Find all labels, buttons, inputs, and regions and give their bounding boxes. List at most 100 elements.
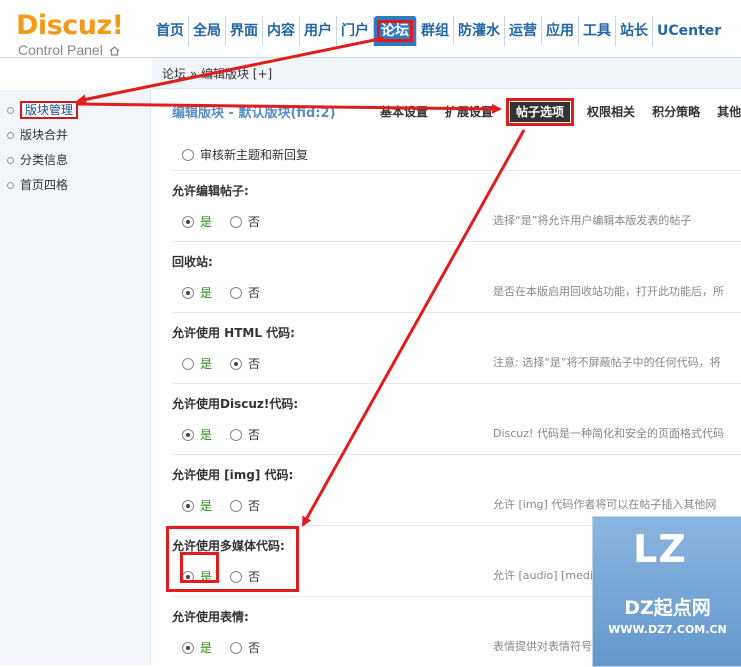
bullet-icon [7,131,14,139]
nav-item-4[interactable]: 用户 [300,16,337,46]
radio-yes[interactable] [182,358,194,370]
page-title: 编辑版块 - 默认版块(fid:2) [172,106,336,121]
sidebar: 版块管理版块合并分类信息首页四格 [0,90,151,665]
tab-2[interactable]: 帖子选项 [506,98,575,126]
radio-yes[interactable] [182,287,194,299]
nav-item-label: 界面 [230,23,258,39]
setting-label: 允许编辑帖子: [172,184,249,198]
tab-1[interactable]: 扩展设置 [445,102,493,122]
setting-hint: 选择“是”将允许用户编辑本版发表的帖子 [493,214,692,227]
nav-item-label: UCenter [657,23,722,39]
nav-item-label: 内容 [267,23,295,39]
radio-no[interactable] [230,287,243,299]
nav-item-5[interactable]: 门户 [337,16,374,46]
header: Discuz! Control Panel 首页 全局 界面 内容 用户 门户 论坛 群组 防灌… [0,0,741,58]
setting-label: 允许使用 [img] 代码: [172,468,294,482]
nav-item-label: 防灌水 [458,23,500,39]
radio-no-label: 否 [248,286,261,300]
row-divider [172,312,741,313]
watermark: LZ DZ起点网 WWW.DZ7.COM.CN [592,516,741,667]
radio-no-label: 否 [248,499,261,513]
breadcrumb-bar: 论坛 » 编辑版块 [+] [152,58,741,89]
nav-item-8[interactable]: 防灌水 [454,16,505,46]
radio-yes[interactable] [182,429,194,441]
bullet-icon [7,156,14,164]
sidebar-item-label: 版块合并 [20,128,69,142]
top-option-row: 审核新主题和新回复 [172,146,741,163]
row-divider [172,454,741,455]
tab-4[interactable]: 积分策略 [652,102,700,122]
setting-row-0: 允许编辑帖子: 是 否 选择“是”将允许用户编辑本版发表的帖子 [172,182,741,230]
setting-row-3: 允许使用Discuz!代码: 是 否 Discuz! 代码是一种简化和安全的页面格式代… [172,395,741,443]
tab-bar: 基本设置 扩展设置 帖子选项 权限相关 积分策略 其他 [380,98,741,126]
radio-yes[interactable] [182,642,194,654]
sidebar-item-label: 首页四格 [20,178,69,192]
tab-5[interactable]: 其他 [717,102,741,122]
setting-hint: Discuz! 代码是一种简化和安全的页面格式代码 [493,427,724,440]
setting-label: 回收站: [172,255,213,269]
logo-title: Discuz! [16,10,124,41]
radio-no-label: 否 [248,641,261,655]
nav-item-11[interactable]: 工具 [579,16,616,46]
nav-item-label: 运营 [509,23,537,39]
sidebar-item-0[interactable]: 版块管理 [0,99,79,121]
sidebar-item-label: 版块管理 [20,101,79,119]
nav-item-3[interactable]: 内容 [263,16,300,46]
radio-no[interactable] [230,500,243,512]
radio-yes-label: 是 [200,641,213,655]
nav-item-12[interactable]: 站长 [616,16,653,46]
row-divider [172,241,741,242]
highlight-box-yes [180,552,219,583]
nav-item-label: 论坛 [377,20,413,42]
nav-item-0[interactable]: 首页 [152,16,189,46]
top-nav: 首页 全局 界面 内容 用户 门户 论坛 群组 防灌水 运营 应用 工具 站长 UCenter [152,16,725,46]
watermark-logo: LZ [633,527,687,571]
setting-row-2: 允许使用 HTML 代码: 是 否 注意: 选择“是”将不屏蔽帖子中的任何代码，将 [172,324,741,372]
setting-row-1: 回收站: 是 否 是否在本版启用回收站功能，打开此功能后，所 [172,253,741,301]
sidebar-item-3[interactable]: 首页四格 [0,174,68,196]
nav-item-6[interactable]: 论坛 [374,16,417,46]
radio-no[interactable] [230,216,243,228]
radio-no[interactable] [230,358,243,370]
sidebar-item-1[interactable]: 版块合并 [0,124,68,146]
tab-0[interactable]: 基本设置 [380,102,428,122]
nav-item-9[interactable]: 运营 [505,16,542,46]
nav-item-2[interactable]: 界面 [226,16,263,46]
radio-yes-label: 是 [200,428,213,442]
nav-item-label: 应用 [546,23,574,39]
nav-item-13[interactable]: UCenter [653,16,725,46]
tab-3[interactable]: 权限相关 [587,102,635,122]
top-option-label: 审核新主题和新回复 [200,148,309,162]
radio-yes-label: 是 [200,215,213,229]
logo-subtitle: Control Panel [18,42,124,58]
home-icon [109,46,120,56]
setting-label: 允许使用 HTML 代码: [172,326,295,340]
logo[interactable]: Discuz! Control Panel [16,10,124,59]
radio-no-label: 否 [248,357,261,371]
nav-item-label: 站长 [620,23,648,39]
bullet-icon [7,106,14,114]
nav-item-label: 用户 [304,23,332,39]
radio-no[interactable] [230,429,243,441]
nav-item-label: 群组 [421,23,449,39]
radio-yes[interactable] [182,216,194,228]
breadcrumb[interactable]: 论坛 » 编辑版块 [+] [162,65,272,82]
sidebar-item-2[interactable]: 分类信息 [0,149,68,171]
setting-hint: 注意: 选择“是”将不屏蔽帖子中的任何代码，将 [493,356,721,369]
radio-no-label: 否 [248,215,261,229]
radio-no[interactable] [230,642,243,654]
nav-item-10[interactable]: 应用 [542,16,579,46]
nav-item-7[interactable]: 群组 [417,16,454,46]
nav-item-label: 门户 [341,23,369,39]
row-divider [172,170,741,171]
sidebar-item-label: 分类信息 [20,153,69,167]
radio-yes[interactable] [182,500,194,512]
radio-yes-label: 是 [200,286,213,300]
setting-hint: 是否在本版启用回收站功能，打开此功能后，所 [493,285,724,298]
setting-hint: 允许 [img] 代码作者将可以在帖子插入其他网 [493,498,717,511]
setting-row-4: 允许使用 [img] 代码: 是 否 允许 [img] 代码作者将可以在帖子插入其他网 [172,466,741,514]
top-option-radio[interactable] [182,149,194,161]
watermark-url: WWW.DZ7.COM.CN [608,623,727,636]
radio-yes-label: 是 [200,499,213,513]
nav-item-1[interactable]: 全局 [189,16,226,46]
